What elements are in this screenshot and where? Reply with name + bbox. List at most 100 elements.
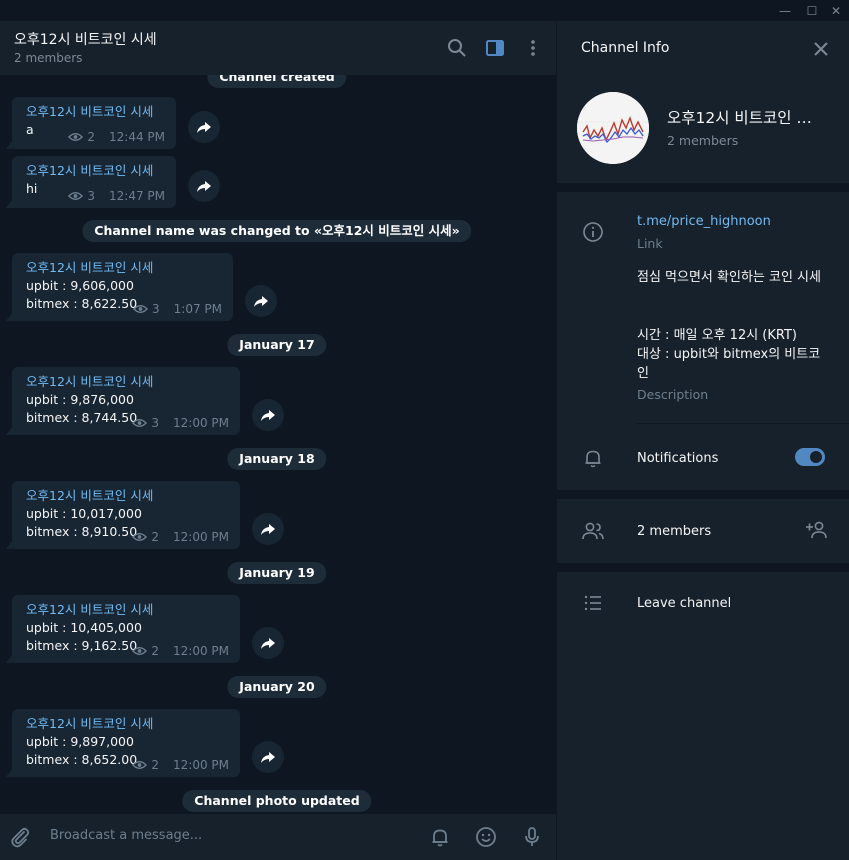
forward-button[interactable]	[252, 627, 284, 659]
message-list[interactable]: Channel created 오후12시 비트코인 시세 a 2 12:44 …	[0, 75, 556, 814]
service-message-renamed: Channel name was changed to «오후12시 비트코인 …	[82, 220, 472, 242]
share-icon	[254, 296, 268, 307]
view-count: 2	[151, 530, 159, 544]
row-divider	[637, 423, 849, 424]
notifications-row-icon	[581, 446, 605, 470]
message-author[interactable]: 오후12시 비트코인 시세	[26, 373, 229, 391]
view-count: 2	[151, 758, 159, 772]
message-author[interactable]: 오후12시 비트코인 시세	[26, 715, 229, 733]
chat-panel: 오후12시 비트코인 시세 2 members Channel created …	[0, 21, 556, 860]
close-icon: ✕	[830, 3, 842, 18]
channel-link[interactable]: t.me/price_highnoon	[637, 214, 771, 229]
message-time: 12:44 PM	[109, 130, 165, 144]
section-divider	[557, 563, 849, 572]
close-info-button[interactable]	[809, 37, 833, 61]
message-meta: 2 12:00 PM	[132, 644, 229, 658]
message-bubble[interactable]: 오후12시 비트코인 시세 upbit : 10,017,000 bitmex …	[6, 481, 240, 549]
forward-button[interactable]	[188, 170, 220, 202]
channel-description-line: 점심 먹으면서 확인하는 코인 시세	[637, 270, 821, 285]
minimize-icon: —	[779, 3, 791, 18]
view-count: 2	[151, 644, 159, 658]
message-time: 12:00 PM	[173, 644, 229, 658]
message-time: 12:00 PM	[173, 416, 229, 430]
price-chart-thumbnail	[577, 92, 649, 164]
channel-avatar[interactable]	[577, 92, 649, 164]
add-user-icon	[806, 521, 827, 539]
silent-broadcast-button[interactable]	[428, 825, 452, 849]
message-author[interactable]: 오후12시 비트코인 시세	[26, 601, 229, 619]
share-icon	[261, 752, 275, 763]
chat-title[interactable]: 오후12시 비트코인 시세	[14, 29, 157, 49]
voice-record-button[interactable]	[520, 825, 544, 849]
forward-button[interactable]	[188, 111, 220, 143]
forward-button[interactable]	[252, 399, 284, 431]
message-meta: 3 1:07 PM	[133, 302, 222, 316]
notifications-toggle[interactable]	[795, 448, 825, 466]
message-author[interactable]: 오후12시 비트코인 시세	[26, 103, 165, 121]
message-input[interactable]: Broadcast a message...	[50, 828, 202, 843]
users-icon	[582, 522, 604, 540]
view-count: 3	[152, 302, 160, 316]
views-eye-icon	[132, 419, 148, 427]
message-author[interactable]: 오후12시 비트코인 시세	[26, 487, 229, 505]
link-label: Link	[637, 236, 663, 251]
search-button[interactable]	[445, 36, 469, 60]
add-member-button[interactable]	[805, 518, 829, 542]
forward-button[interactable]	[252, 741, 284, 773]
message-time: 1:07 PM	[173, 302, 222, 316]
message-text: upbit : 9,897,000	[26, 734, 134, 749]
forward-button[interactable]	[252, 513, 284, 545]
notifications-label: Notifications	[637, 451, 719, 466]
view-count: 3	[151, 416, 159, 430]
service-message-photo: Channel photo updated	[182, 790, 372, 812]
view-count: 3	[87, 189, 95, 203]
leave-channel-button[interactable]: Leave channel	[637, 596, 731, 611]
more-menu-button[interactable]	[521, 36, 545, 60]
toggle-knob	[808, 449, 824, 465]
message-text: upbit : 10,017,000	[26, 506, 142, 521]
date-separator: January 17	[227, 334, 327, 356]
message-meta: 2 12:00 PM	[132, 530, 229, 544]
message-bubble[interactable]: 오후12시 비트코인 시세 upbit : 9,876,000 bitmex :…	[6, 367, 240, 435]
info-panel-title: Channel Info	[581, 40, 670, 56]
view-count: 2	[87, 130, 95, 144]
share-icon	[261, 638, 275, 649]
message-author[interactable]: 오후12시 비트코인 시세	[26, 259, 222, 277]
smile-icon	[476, 827, 496, 847]
message-bubble[interactable]: 오후12시 비트코인 시세 upbit : 10,405,000 bitmex …	[6, 595, 240, 663]
more-vertical-icon	[531, 40, 535, 56]
message-time: 12:00 PM	[173, 758, 229, 772]
share-icon	[197, 181, 211, 192]
maximize-button[interactable]: ☐	[799, 0, 825, 21]
toggle-info-panel-button[interactable]	[483, 36, 507, 60]
attach-button[interactable]	[8, 825, 32, 849]
message-bubble[interactable]: 오후12시 비트코인 시세 hi 3 12:47 PM	[6, 156, 176, 208]
bell-icon	[432, 829, 448, 847]
members-row-icon	[581, 519, 605, 543]
message-meta: 2 12:00 PM	[132, 758, 229, 772]
minimize-button[interactable]: —	[772, 0, 798, 21]
channel-description-line: 시간 : 매일 오후 12시 (KRT)	[637, 328, 797, 343]
date-separator: January 20	[227, 676, 327, 698]
section-divider	[557, 183, 849, 192]
message-bubble[interactable]: 오후12시 비트코인 시세 a 2 12:44 PM	[6, 97, 176, 149]
close-window-button[interactable]: ✕	[823, 0, 849, 21]
emoji-button[interactable]	[474, 825, 498, 849]
message-author[interactable]: 오후12시 비트코인 시세	[26, 162, 165, 180]
share-icon	[261, 410, 275, 421]
message-bubble[interactable]: 오후12시 비트코인 시세 upbit : 9,606,000 bitmex :…	[6, 253, 233, 321]
sidebar-panel-icon	[486, 40, 504, 56]
message-time: 12:47 PM	[109, 189, 165, 203]
message-meta: 3 12:47 PM	[68, 189, 165, 203]
views-eye-icon	[133, 305, 148, 313]
share-icon	[197, 122, 211, 133]
microphone-icon	[525, 827, 539, 846]
close-icon	[814, 42, 828, 56]
chat-header[interactable]: 오후12시 비트코인 시세 2 members	[0, 21, 556, 75]
forward-button[interactable]	[245, 285, 277, 317]
views-eye-icon	[68, 192, 84, 200]
message-bubble[interactable]: 오후12시 비트코인 시세 upbit : 9,897,000 bitmex :…	[6, 709, 240, 777]
window-titlebar: — ☐ ✕	[0, 0, 849, 21]
channel-members-subtitle: 2 members	[667, 133, 739, 148]
members-link[interactable]: 2 members	[637, 524, 711, 539]
